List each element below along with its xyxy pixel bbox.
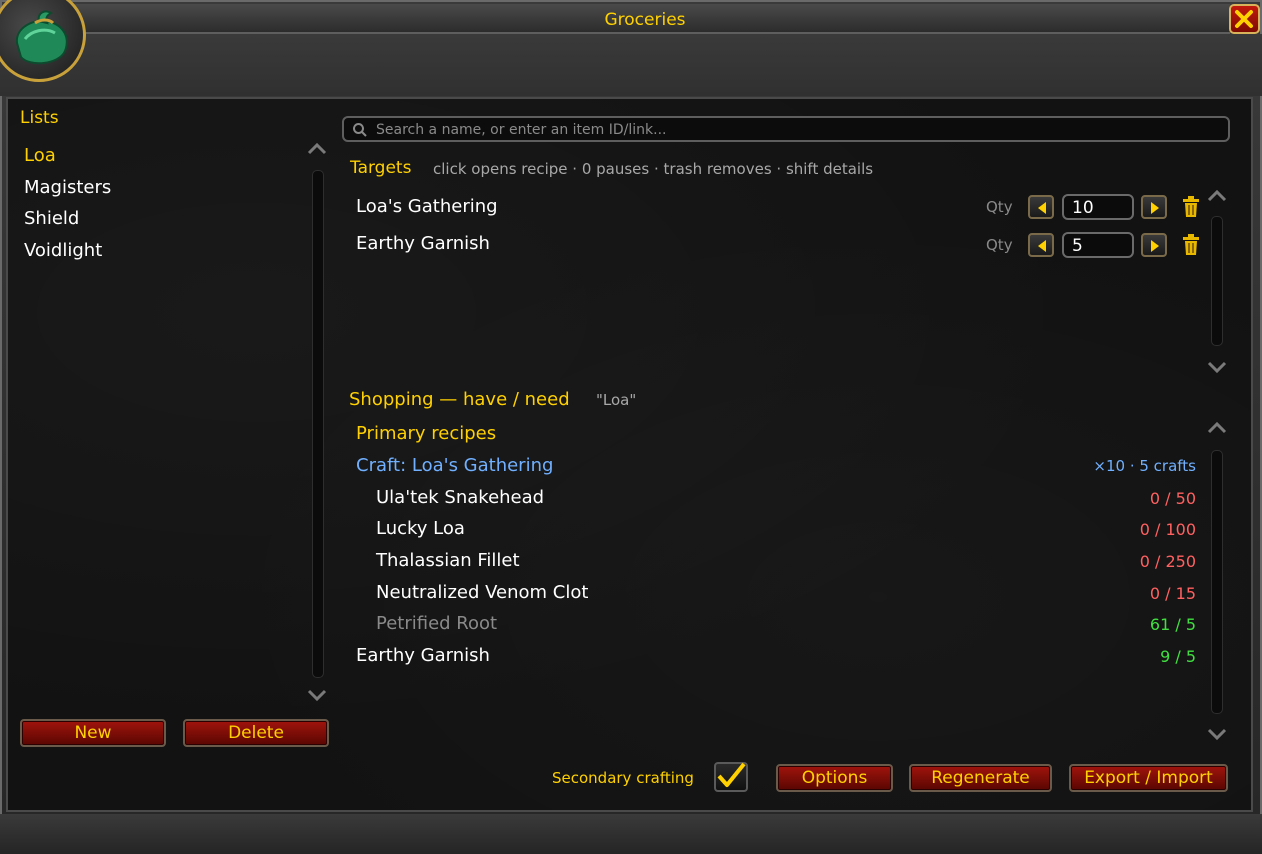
arrow-left-icon [1038,202,1046,214]
craft-info: ×10 · 5 crafts [1093,457,1196,475]
lists-scroll-down-button[interactable] [306,688,328,702]
checkmark-icon [717,762,746,787]
target-name-loas-gathering[interactable]: Loa's Gathering [356,196,498,217]
targets-title: Targets [350,158,412,178]
reagent-name[interactable]: Lucky Loa [376,518,465,539]
chevron-up-icon [1207,189,1227,202]
target-name-earthy-garnish[interactable]: Earthy Garnish [356,233,490,254]
title-bar[interactable]: Groceries [60,4,1230,34]
search-input[interactable] [374,120,1218,140]
lists-title: Lists [20,108,59,128]
qty-decrease-button[interactable] [1028,233,1054,257]
close-button[interactable] [1229,4,1260,34]
qty-increase-button[interactable] [1141,195,1167,219]
search-icon [353,123,367,137]
lists-scrollbar[interactable] [312,170,324,678]
reagent-name[interactable]: Thalassian Fillet [376,550,520,571]
list-item-magisters[interactable]: Magisters [24,177,111,198]
shopping-list-name: "Loa" [596,391,637,409]
lists-scroll-up-button[interactable] [306,142,328,156]
shopping-scroll-down-button[interactable] [1206,727,1228,741]
remove-target-button[interactable] [1181,196,1201,218]
arrow-right-icon [1151,240,1159,252]
window-title: Groceries [604,10,686,30]
bottom-strip [0,814,1262,854]
reagent-need: 0 / 15 [1149,584,1196,603]
secondary-crafting-label: Secondary crafting [552,769,694,787]
shopping-scroll-up-button[interactable] [1206,421,1228,435]
options-button[interactable]: Options [776,764,893,792]
targets-scrollbar[interactable] [1211,216,1223,346]
section-primary-recipes: Primary recipes [356,423,497,444]
chevron-down-icon [1207,361,1227,374]
chevron-down-icon [1207,728,1227,741]
chevron-up-icon [1207,421,1227,434]
qty-field[interactable] [1062,232,1134,258]
shopping-item-earthy-garnish[interactable]: Earthy Garnish [356,645,490,666]
coin-bag-graphic [15,10,68,65]
qty-label: Qty [986,236,1013,254]
qty-label: Qty [986,198,1013,216]
targets-scroll-down-button[interactable] [1206,360,1228,374]
qty-decrease-button[interactable] [1028,195,1054,219]
shopping-scrollbar[interactable] [1211,450,1223,714]
remove-target-button[interactable] [1181,234,1201,256]
shopping-title: Shopping — have / need [349,389,570,410]
qty-input[interactable] [1070,197,1132,219]
new-list-button[interactable]: New [20,719,166,747]
reagent-need: 0 / 100 [1139,520,1196,539]
reagent-name[interactable]: Ula'tek Snakehead [376,487,544,508]
arrow-right-icon [1151,202,1159,214]
chevron-up-icon [307,142,327,155]
header-strip [0,34,1262,96]
craft-link[interactable]: Craft: Loa's Gathering [356,455,553,476]
targets-hint: click opens recipe · 0 pauses · trash re… [433,160,874,178]
trash-icon [1183,196,1199,217]
chevron-down-icon [307,689,327,702]
search-box[interactable] [342,116,1230,142]
list-item-voidlight[interactable]: Voidlight [24,240,102,261]
reagent-need: 0 / 50 [1149,489,1196,508]
list-item-loa[interactable]: Loa [24,145,56,166]
arrow-left-icon [1038,240,1046,252]
close-icon [1235,10,1253,28]
list-item-shield[interactable]: Shield [24,208,79,229]
reagent-need: 61 / 5 [1149,615,1196,634]
trash-icon [1183,234,1199,255]
reagent-name[interactable]: Neutralized Venom Clot [376,582,588,603]
regenerate-button[interactable]: Regenerate [909,764,1052,792]
qty-input[interactable] [1070,235,1132,257]
reagent-name[interactable]: Petrified Root [376,613,497,634]
qty-field[interactable] [1062,194,1134,220]
reagent-need: 0 / 250 [1139,552,1196,571]
secondary-crafting-checkbox[interactable] [714,762,748,792]
shopping-item-need: 9 / 5 [1160,647,1196,666]
delete-list-button[interactable]: Delete [183,719,329,747]
targets-scroll-up-button[interactable] [1206,189,1228,203]
export-import-button[interactable]: Export / Import [1069,764,1228,792]
qty-increase-button[interactable] [1141,233,1167,257]
